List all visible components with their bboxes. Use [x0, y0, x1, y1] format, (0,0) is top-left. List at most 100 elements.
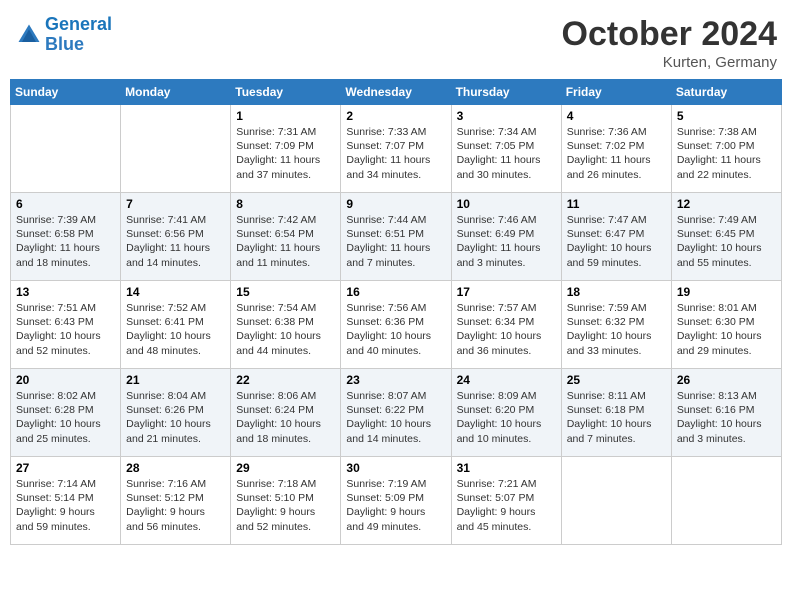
table-row: 25 Sunrise: 8:11 AMSunset: 6:18 PMDayligh…: [561, 369, 671, 457]
day-info: Sunrise: 7:31 AMSunset: 7:09 PMDaylight:…: [236, 125, 335, 182]
table-row: 27Sunrise: 7:14 AMSunset: 5:14 PMDayligh…: [11, 457, 121, 545]
table-row: 28 Sunrise: 7:16 AMSunset: 5:12 PMDayligh…: [121, 457, 231, 545]
col-sunday: Sunday: [11, 80, 121, 105]
day-info: Sunrise: 7:38 AMSunset: 7:00 PMDaylight:…: [677, 125, 776, 182]
table-row: 14Sunrise: 7:52 AMSunset: 6:41 PMDayligh…: [121, 281, 231, 369]
day-number: 17: [457, 285, 556, 299]
day-number: 8: [236, 197, 335, 211]
day-number: 15: [236, 285, 335, 299]
col-friday: Friday: [561, 80, 671, 105]
day-number: 28: [126, 461, 225, 475]
table-row: 4 Sunrise: 7:36 AMSunset: 7:02 PMDaylight…: [561, 105, 671, 193]
day-number: 14: [126, 285, 225, 299]
day-info: Sunrise: 8:01 AMSunset: 6:30 PMDaylight:…: [677, 301, 776, 358]
table-row: 6 Sunrise: 7:39 AMSunset: 6:58 PMDaylight…: [11, 193, 121, 281]
page-header: General Blue October 2024 Kurten, German…: [10, 10, 782, 71]
table-row: 31Sunrise: 7:21 AMSunset: 5:07 PMDayligh…: [451, 457, 561, 545]
table-row: 1 Sunrise: 7:31 AMSunset: 7:09 PMDaylight…: [231, 105, 341, 193]
table-row: [561, 457, 671, 545]
day-info: Sunrise: 7:18 AMSunset: 5:10 PMDaylight:…: [236, 477, 335, 534]
table-row: [671, 457, 781, 545]
calendar-week-row: 6 Sunrise: 7:39 AMSunset: 6:58 PMDaylight…: [11, 193, 782, 281]
day-info: Sunrise: 7:33 AMSunset: 7:07 PMDaylight:…: [346, 125, 445, 182]
day-info: Sunrise: 7:34 AMSunset: 7:05 PMDaylight:…: [457, 125, 556, 182]
table-row: 5 Sunrise: 7:38 AMSunset: 7:00 PMDaylight…: [671, 105, 781, 193]
day-info: Sunrise: 7:49 AMSunset: 6:45 PMDaylight:…: [677, 213, 776, 270]
day-info: Sunrise: 7:41 AMSunset: 6:56 PMDaylight:…: [126, 213, 225, 270]
day-number: 2: [346, 109, 445, 123]
table-row: 12 Sunrise: 7:49 AMSunset: 6:45 PMDayligh…: [671, 193, 781, 281]
logo-icon: [15, 21, 43, 49]
col-tuesday: Tuesday: [231, 80, 341, 105]
day-number: 29: [236, 461, 335, 475]
calendar-table: Sunday Monday Tuesday Wednesday Thursday…: [10, 79, 782, 545]
day-number: 21: [126, 373, 225, 387]
day-number: 13: [16, 285, 115, 299]
day-number: 25: [567, 373, 666, 387]
col-saturday: Saturday: [671, 80, 781, 105]
table-row: 16Sunrise: 7:56 AMSunset: 6:36 PMDayligh…: [341, 281, 451, 369]
day-info: Sunrise: 8:02 AMSunset: 6:28 PMDaylight:…: [16, 389, 115, 446]
day-info: Sunrise: 7:36 AMSunset: 7:02 PMDaylight:…: [567, 125, 666, 182]
table-row: 9 Sunrise: 7:44 AMSunset: 6:51 PMDaylight…: [341, 193, 451, 281]
table-row: [11, 105, 121, 193]
day-number: 23: [346, 373, 445, 387]
day-info: Sunrise: 8:11 AMSunset: 6:18 PMDaylight:…: [567, 389, 666, 446]
day-info: Sunrise: 7:44 AMSunset: 6:51 PMDaylight:…: [346, 213, 445, 270]
table-row: 2 Sunrise: 7:33 AMSunset: 7:07 PMDaylight…: [341, 105, 451, 193]
table-row: 8 Sunrise: 7:42 AMSunset: 6:54 PMDaylight…: [231, 193, 341, 281]
day-number: 30: [346, 461, 445, 475]
day-info: Sunrise: 7:16 AMSunset: 5:12 PMDaylight:…: [126, 477, 225, 534]
table-row: 30Sunrise: 7:19 AMSunset: 5:09 PMDayligh…: [341, 457, 451, 545]
day-info: Sunrise: 7:47 AMSunset: 6:47 PMDaylight:…: [567, 213, 666, 270]
table-row: 18Sunrise: 7:59 AMSunset: 6:32 PMDayligh…: [561, 281, 671, 369]
table-row: 10Sunrise: 7:46 AMSunset: 6:49 PMDayligh…: [451, 193, 561, 281]
table-row: 15Sunrise: 7:54 AMSunset: 6:38 PMDayligh…: [231, 281, 341, 369]
calendar-week-row: 13 Sunrise: 7:51 AMSunset: 6:43 PMDayligh…: [11, 281, 782, 369]
logo-blue: Blue: [45, 34, 84, 54]
day-number: 16: [346, 285, 445, 299]
table-row: 23 Sunrise: 8:07 AMSunset: 6:22 PMDayligh…: [341, 369, 451, 457]
calendar-week-row: 1 Sunrise: 7:31 AMSunset: 7:09 PMDaylight…: [11, 105, 782, 193]
table-row: 3Sunrise: 7:34 AMSunset: 7:05 PMDaylight…: [451, 105, 561, 193]
day-number: 11: [567, 197, 666, 211]
day-number: 4: [567, 109, 666, 123]
col-wednesday: Wednesday: [341, 80, 451, 105]
day-number: 5: [677, 109, 776, 123]
day-info: Sunrise: 7:57 AMSunset: 6:34 PMDaylight:…: [457, 301, 556, 358]
table-row: 7Sunrise: 7:41 AMSunset: 6:56 PMDaylight…: [121, 193, 231, 281]
logo-text: General Blue: [45, 15, 112, 55]
day-number: 1: [236, 109, 335, 123]
col-monday: Monday: [121, 80, 231, 105]
location: Kurten, Germany: [562, 54, 777, 71]
calendar-week-row: 27Sunrise: 7:14 AMSunset: 5:14 PMDayligh…: [11, 457, 782, 545]
day-number: 12: [677, 197, 776, 211]
day-number: 19: [677, 285, 776, 299]
day-number: 6: [16, 197, 115, 211]
day-info: Sunrise: 7:46 AMSunset: 6:49 PMDaylight:…: [457, 213, 556, 270]
day-info: Sunrise: 8:07 AMSunset: 6:22 PMDaylight:…: [346, 389, 445, 446]
day-number: 22: [236, 373, 335, 387]
calendar-week-row: 20Sunrise: 8:02 AMSunset: 6:28 PMDayligh…: [11, 369, 782, 457]
calendar-header-row: Sunday Monday Tuesday Wednesday Thursday…: [11, 80, 782, 105]
table-row: 26Sunrise: 8:13 AMSunset: 6:16 PMDayligh…: [671, 369, 781, 457]
day-info: Sunrise: 7:39 AMSunset: 6:58 PMDaylight:…: [16, 213, 115, 270]
day-number: 9: [346, 197, 445, 211]
table-row: [121, 105, 231, 193]
table-row: 19 Sunrise: 8:01 AMSunset: 6:30 PMDayligh…: [671, 281, 781, 369]
day-info: Sunrise: 8:06 AMSunset: 6:24 PMDaylight:…: [236, 389, 335, 446]
logo-general: General: [45, 14, 112, 34]
table-row: 29 Sunrise: 7:18 AMSunset: 5:10 PMDayligh…: [231, 457, 341, 545]
day-info: Sunrise: 8:09 AMSunset: 6:20 PMDaylight:…: [457, 389, 556, 446]
table-row: 22 Sunrise: 8:06 AMSunset: 6:24 PMDayligh…: [231, 369, 341, 457]
day-number: 24: [457, 373, 556, 387]
day-info: Sunrise: 8:04 AMSunset: 6:26 PMDaylight:…: [126, 389, 225, 446]
logo: General Blue: [15, 15, 112, 55]
table-row: 11 Sunrise: 7:47 AMSunset: 6:47 PMDayligh…: [561, 193, 671, 281]
table-row: 24 Sunrise: 8:09 AMSunset: 6:20 PMDayligh…: [451, 369, 561, 457]
table-row: 21 Sunrise: 8:04 AMSunset: 6:26 PMDayligh…: [121, 369, 231, 457]
day-number: 18: [567, 285, 666, 299]
day-info: Sunrise: 7:51 AMSunset: 6:43 PMDaylight:…: [16, 301, 115, 358]
day-info: Sunrise: 7:42 AMSunset: 6:54 PMDaylight:…: [236, 213, 335, 270]
month-title: October 2024: [562, 15, 777, 54]
